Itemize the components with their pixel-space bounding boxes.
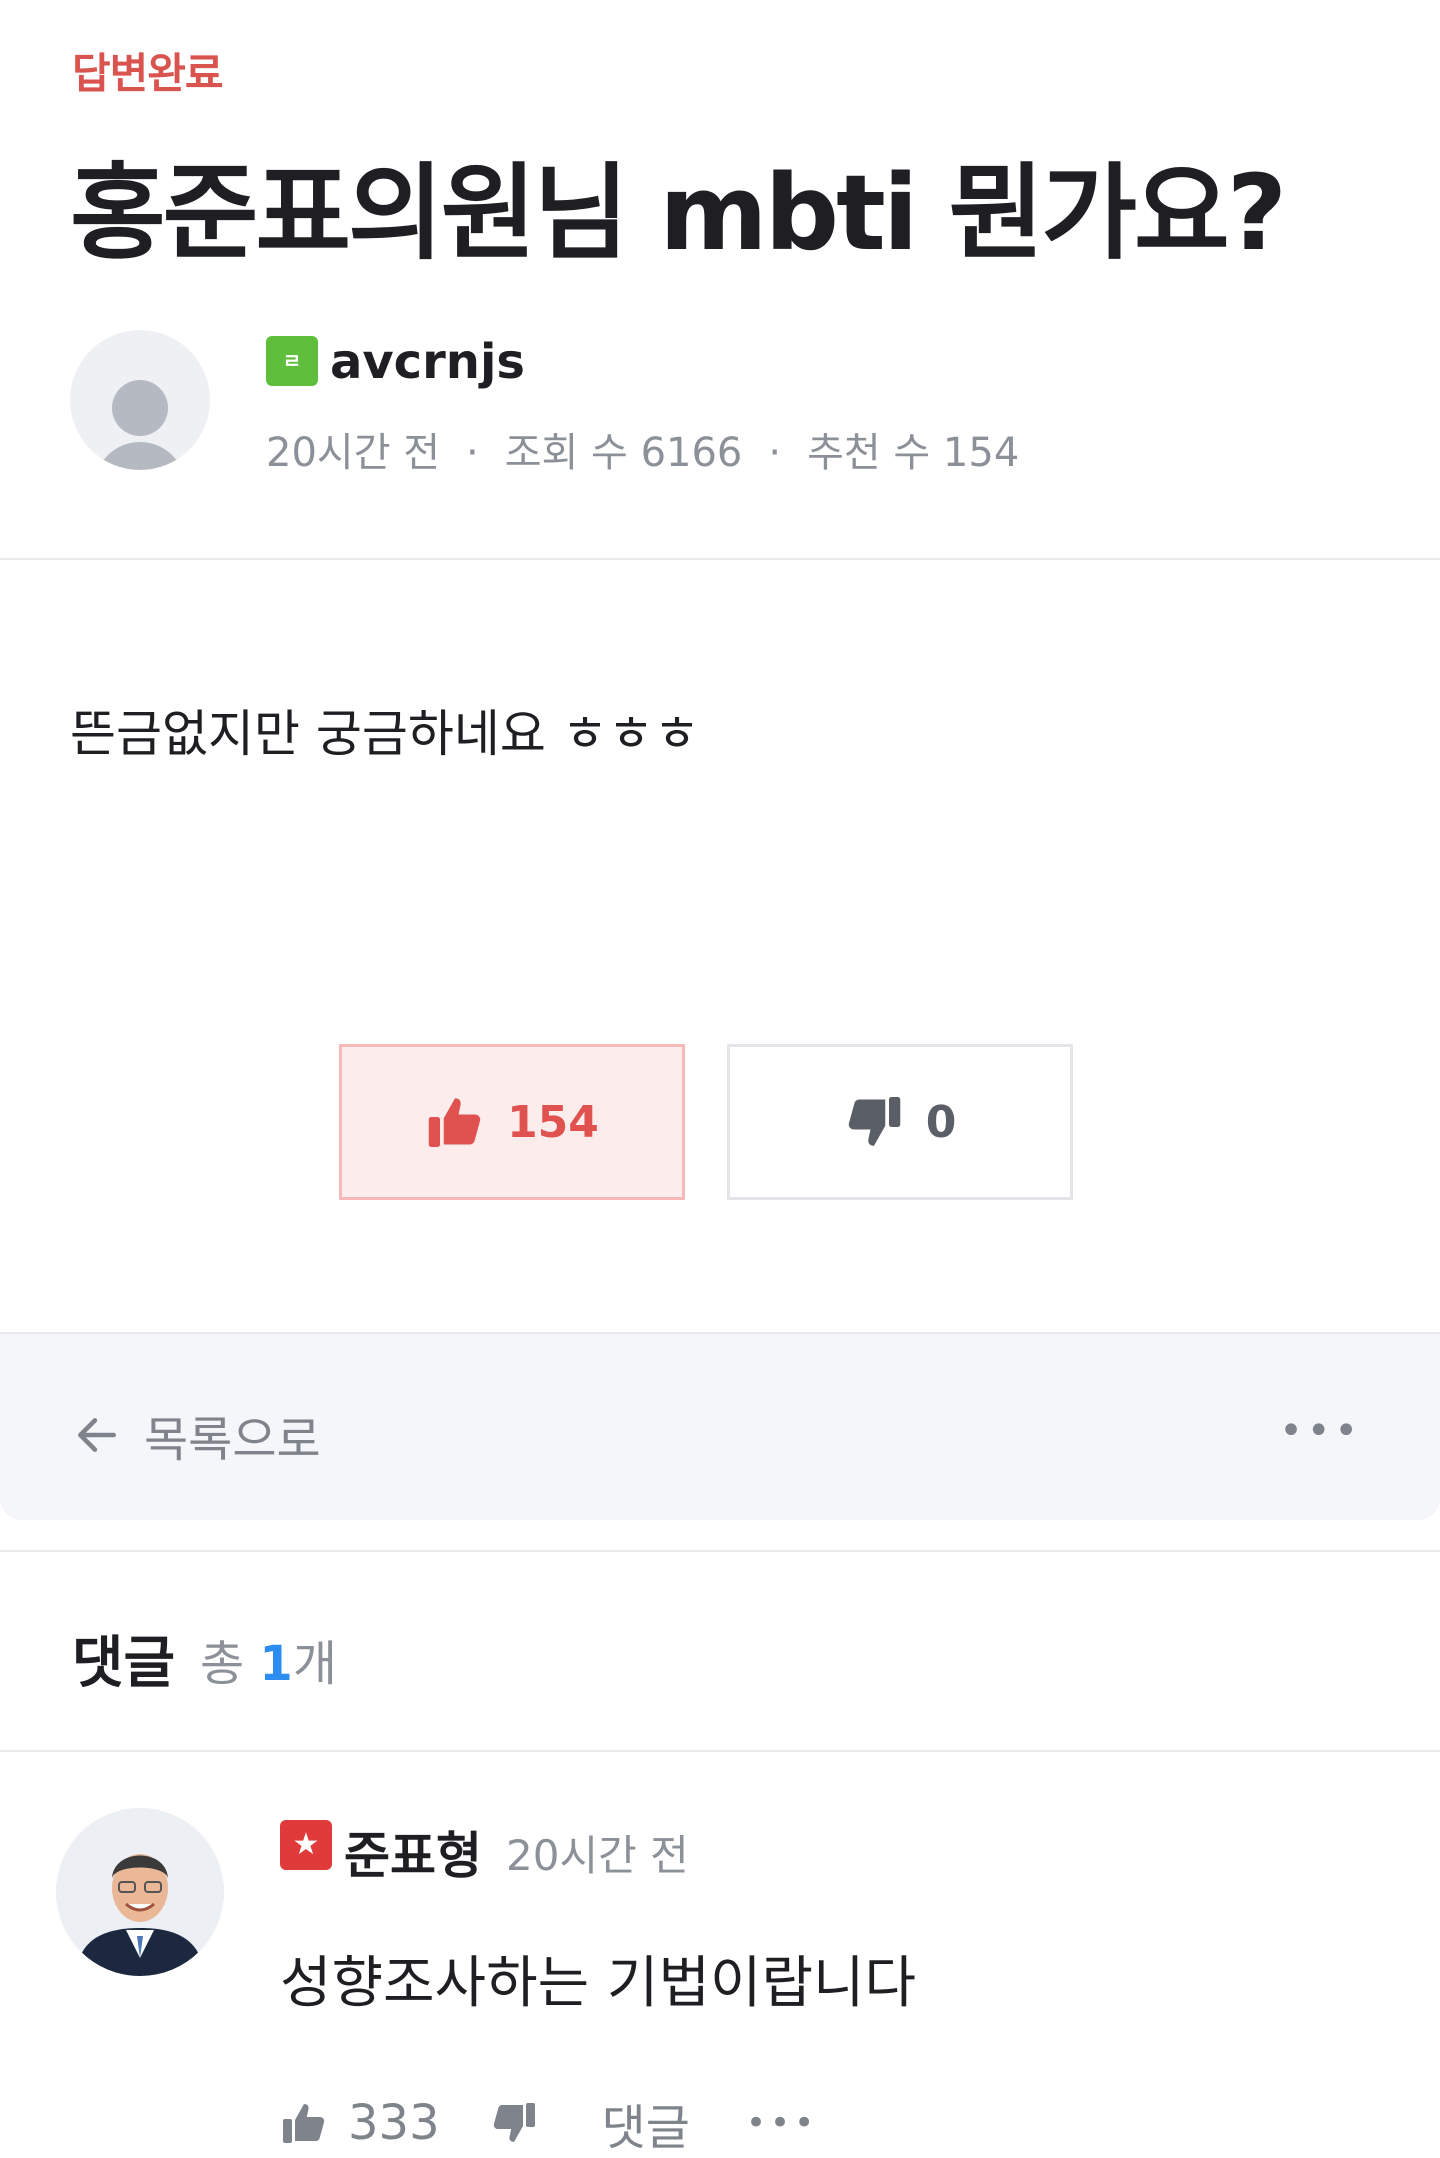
post-body: 뜬금없지만 궁금하네요 ㅎㅎㅎ	[70, 705, 700, 763]
thumbs-down-icon	[848, 1097, 900, 1146]
header-divider	[0, 558, 1440, 560]
thumbs-up-icon	[428, 1098, 481, 1147]
comments-count: 총 1개	[200, 1624, 337, 1694]
status-badge: 답변완료	[72, 49, 224, 98]
comment-author[interactable]: 준표형	[344, 1816, 482, 1888]
avatar-head-icon	[112, 380, 168, 436]
meta-separator: ·	[466, 430, 479, 476]
profile-photo-icon	[56, 1808, 224, 1976]
count-prefix: 총	[200, 1636, 260, 1692]
author-avatar[interactable]	[70, 330, 210, 470]
upvote-button[interactable]: 154	[339, 1044, 685, 1200]
comments-divider	[0, 1750, 1440, 1752]
comment-time: 20시간 전	[506, 1831, 689, 1880]
comment-like-icon[interactable]	[280, 2099, 328, 2147]
meta-separator: ·	[768, 430, 782, 476]
downvote-button[interactable]: 0	[727, 1044, 1073, 1200]
section-divider	[0, 1550, 1440, 1552]
comments-title: 댓글	[72, 1631, 176, 1696]
page-title: 홍준표의원님 mbti 뭔가요?	[70, 152, 1287, 274]
more-options-icon[interactable]: •••	[1279, 1408, 1362, 1454]
comment-reply-button[interactable]: 댓글	[602, 2088, 690, 2158]
comment-avatar[interactable]	[56, 1808, 224, 1976]
comment-actions: 333 댓글 •••	[280, 2088, 818, 2158]
downvote-count: 0	[925, 1096, 957, 1148]
author-name[interactable]: avcrnjs	[330, 334, 525, 390]
level-badge-icon: ㄹ	[266, 336, 318, 386]
count-suffix: 개	[292, 1636, 337, 1692]
post-meta: 20시간 전 · 조회 수 6166 · 추천 수 154	[266, 420, 1019, 478]
comment-text: 성향조사하는 기법이랍니다	[280, 1951, 917, 2016]
post-time: 20시간 전	[266, 430, 441, 476]
back-label: 목록으로	[144, 1412, 321, 1468]
star-badge-icon: ★	[280, 1820, 332, 1870]
upvote-count: 154	[507, 1096, 599, 1148]
comment-like-count: 333	[348, 2095, 440, 2151]
comment-dislike-icon[interactable]	[490, 2099, 538, 2147]
arrow-left-icon	[78, 1418, 116, 1452]
view-count: 조회 수 6166	[504, 430, 743, 476]
count-number: 1	[259, 1636, 293, 1692]
comment-more-icon[interactable]: •••	[746, 2103, 818, 2143]
recommend-count: 추천 수 154	[807, 430, 1020, 476]
back-to-list-link[interactable]: 목록으로	[72, 1400, 321, 1470]
avatar-body-icon	[94, 442, 186, 470]
